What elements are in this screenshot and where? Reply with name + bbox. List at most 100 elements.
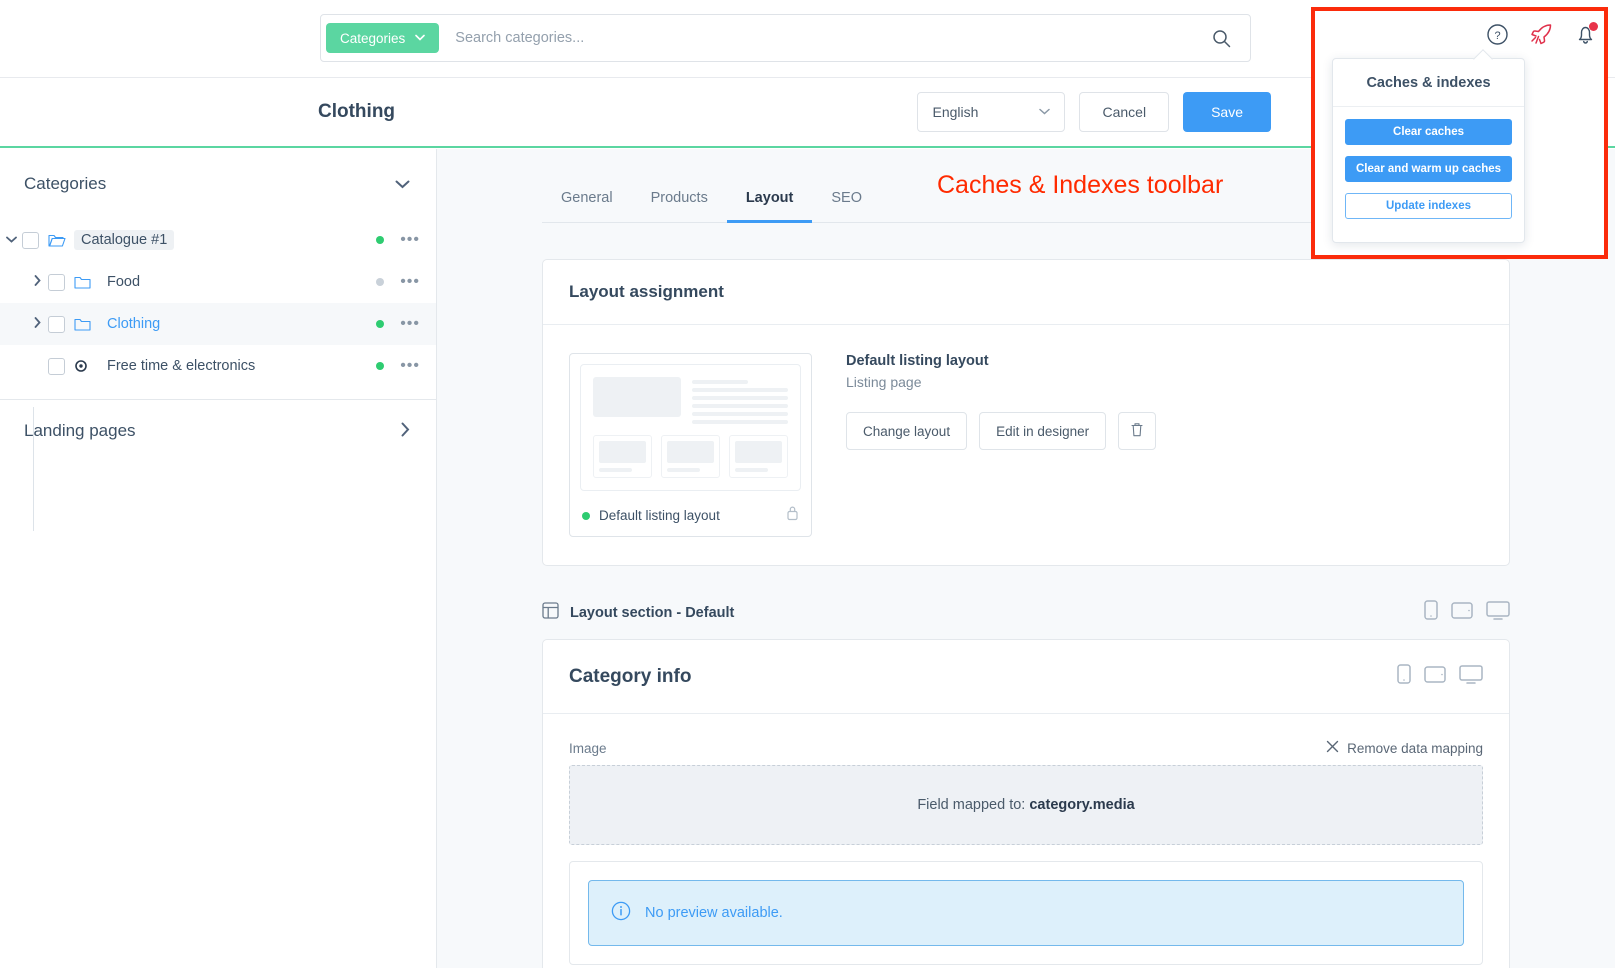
status-dot — [376, 278, 385, 286]
chevron-down-icon — [415, 33, 426, 44]
desktop-icon[interactable] — [1486, 600, 1510, 625]
sidebar-landing-pages-label: Landing pages — [24, 421, 136, 440]
chevron-right-icon[interactable] — [26, 317, 48, 331]
clear-caches-button[interactable]: Clear caches — [1345, 119, 1512, 145]
chevron-down-icon[interactable] — [395, 176, 410, 192]
tree-item-menu-button[interactable]: ••• — [400, 357, 420, 375]
status-dot — [582, 511, 590, 520]
tree-item-catalogue-1[interactable]: Catalogue #1 ••• — [0, 219, 436, 261]
category-tree: Catalogue #1 ••• Food ••• Clothing ••• F… — [0, 211, 436, 531]
sidebar-section-landing-pages[interactable]: Landing pages — [0, 400, 436, 462]
svg-text:?: ? — [1494, 30, 1500, 42]
tree-item-label: Clothing — [107, 316, 161, 332]
category-info-card: Category info Image Remove data mapping … — [542, 639, 1510, 968]
category-info-device-switch — [1397, 664, 1483, 689]
sidebar-section-categories[interactable]: Categories — [0, 157, 436, 211]
status-dot — [376, 236, 385, 244]
folder-icon — [74, 275, 96, 290]
cancel-button[interactable]: Cancel — [1079, 92, 1170, 132]
top-icon-group: ? — [1486, 22, 1598, 52]
layout-thumbnail-card[interactable]: Default listing layout — [569, 353, 812, 537]
tab-seo[interactable]: SEO — [812, 190, 881, 223]
search-icon[interactable] — [1207, 24, 1235, 52]
tab-products[interactable]: Products — [632, 190, 727, 223]
layout-thumbnail-label: Default listing layout — [599, 508, 720, 523]
search-input[interactable] — [439, 30, 1207, 46]
chevron-right-icon[interactable] — [26, 275, 48, 289]
layout-assignment-title: Layout assignment — [543, 260, 1509, 325]
language-select[interactable]: English — [917, 92, 1066, 132]
save-button[interactable]: Save — [1183, 92, 1271, 132]
folder-icon — [74, 317, 96, 332]
tree-item-free-time-electronics[interactable]: Free time & electronics ••• — [0, 345, 436, 387]
search-scope-label: Categories — [340, 30, 406, 46]
no-preview-alert: No preview available. — [588, 880, 1464, 946]
desktop-icon[interactable] — [1459, 664, 1483, 689]
mobile-icon[interactable] — [1397, 664, 1411, 689]
tree-item-label: Free time & electronics — [107, 358, 256, 374]
mapped-field-prefix: Field mapped to: — [917, 797, 1026, 813]
tablet-icon[interactable] — [1424, 665, 1446, 688]
delete-layout-button[interactable] — [1118, 412, 1157, 450]
help-circle-icon[interactable]: ? — [1486, 23, 1509, 51]
layout-thumbnail-preview — [580, 364, 801, 491]
chevron-down-icon[interactable] — [0, 234, 22, 246]
rocket-icon[interactable] — [1529, 22, 1554, 52]
mobile-icon[interactable] — [1424, 600, 1438, 625]
preview-wrapper: No preview available. — [569, 861, 1483, 965]
clear-and-warm-up-caches-button[interactable]: Clear and warm up caches — [1345, 156, 1512, 182]
chevron-right-icon[interactable] — [401, 422, 410, 440]
caches-indexes-popup: Caches & indexes Clear caches Clear and … — [1332, 58, 1525, 243]
tab-layout[interactable]: Layout — [726, 190, 813, 223]
status-dot — [376, 362, 385, 370]
tree-item-menu-button[interactable]: ••• — [400, 231, 420, 249]
sidebar-categories-label: Categories — [24, 174, 107, 193]
update-indexes-button[interactable]: Update indexes — [1345, 193, 1512, 219]
tree-item-label: Catalogue #1 — [74, 230, 175, 250]
tree-item-menu-button[interactable]: ••• — [400, 315, 420, 333]
circle-dot-icon — [74, 359, 96, 373]
notification-dot — [1589, 22, 1598, 31]
info-icon — [611, 901, 631, 925]
bell-icon[interactable] — [1574, 22, 1598, 51]
search-scope-button[interactable]: Categories — [326, 23, 440, 53]
layout-section-device-switch — [1424, 600, 1510, 625]
mapped-field-box: Field mapped to: category.media — [569, 765, 1483, 845]
annotation-label: Caches & Indexes toolbar — [937, 171, 1224, 199]
lock-icon — [786, 505, 799, 526]
language-select-value: English — [932, 104, 979, 120]
chevron-down-icon — [1039, 106, 1051, 118]
layout-section-icon — [542, 601, 559, 624]
tree-checkbox[interactable] — [48, 315, 65, 333]
layout-details: Default listing layout Listing page Chan… — [846, 353, 1157, 537]
category-info-title: Category info — [569, 665, 692, 687]
remove-data-mapping-label: Remove data mapping — [1347, 740, 1483, 756]
close-icon — [1326, 740, 1339, 756]
tree-item-clothing[interactable]: Clothing ••• — [0, 303, 436, 345]
tree-checkbox[interactable] — [22, 231, 39, 249]
sidebar: Categories Catalogue #1 ••• Food ••• Clo… — [0, 149, 437, 968]
change-layout-button[interactable]: Change layout — [846, 412, 968, 450]
image-field-label: Image — [569, 740, 607, 756]
thumb-text-lines — [692, 377, 788, 424]
status-dot — [376, 320, 385, 328]
trash-icon — [1130, 421, 1144, 441]
no-preview-text: No preview available. — [645, 905, 783, 921]
tree-item-label: Food — [107, 274, 141, 290]
remove-data-mapping-button[interactable]: Remove data mapping — [1326, 740, 1483, 756]
tablet-icon[interactable] — [1451, 601, 1473, 624]
layout-assignment-card: Layout assignment Default listing layout… — [542, 259, 1510, 566]
tree-item-menu-button[interactable]: ••• — [400, 273, 420, 291]
thumb-product-cell — [729, 435, 788, 478]
tab-general[interactable]: General — [542, 190, 632, 223]
tree-checkbox[interactable] — [48, 273, 65, 291]
edit-in-designer-button[interactable]: Edit in designer — [979, 412, 1107, 450]
header-actions: English Cancel Save — [917, 92, 1271, 132]
app-root: Categories ? — [0, 0, 1615, 968]
global-search: Categories — [320, 14, 1251, 62]
tree-item-food[interactable]: Food ••• — [0, 261, 436, 303]
layout-section-title: Layout section - Default — [570, 604, 735, 621]
tree-checkbox[interactable] — [48, 357, 65, 375]
thumb-product-cell — [661, 435, 720, 478]
page-title: Clothing — [318, 101, 396, 122]
